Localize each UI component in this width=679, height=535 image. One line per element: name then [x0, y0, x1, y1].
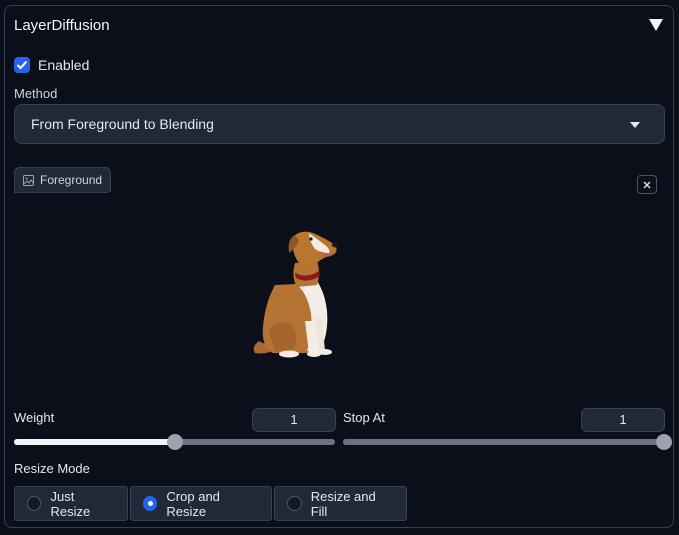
radio-label: Crop and Resize — [166, 488, 220, 519]
stop-at-slider-thumb[interactable] — [656, 434, 672, 450]
radio-label: Resize and Fill — [310, 488, 376, 519]
weight-slider-fill — [14, 439, 175, 445]
resize-mode-label: Resize Mode — [14, 461, 90, 476]
stop-at-slider-fill — [343, 439, 664, 445]
stop-at-label: Stop At — [343, 410, 385, 425]
enabled-checkbox[interactable] — [14, 57, 30, 73]
stop-at-slider[interactable] — [343, 434, 672, 450]
panel-title: LayerDiffusion — [14, 17, 110, 34]
resize-mode-radio-group: Just Resize Crop and Resize Resize and F… — [14, 486, 409, 521]
clear-image-button[interactable] — [637, 175, 657, 194]
triangle-down-icon[interactable] — [649, 19, 663, 31]
layerdiffusion-panel: LayerDiffusion Enabled Method From Foreg… — [4, 5, 674, 528]
image-icon — [23, 174, 34, 186]
tab-divider — [14, 192, 108, 193]
radio-dot — [287, 496, 302, 511]
weight-input[interactable]: 1 — [252, 408, 336, 432]
radio-dot-selected — [143, 496, 158, 511]
foreground-tab[interactable]: Foreground — [14, 167, 112, 192]
close-icon — [643, 181, 651, 188]
enabled-checkbox-row[interactable]: Enabled — [14, 57, 89, 73]
radio-crop-and-resize[interactable]: Crop and Resize — [130, 486, 272, 521]
enabled-label: Enabled — [38, 57, 90, 73]
weight-slider-thumb[interactable] — [166, 434, 183, 450]
method-label: Method — [14, 86, 58, 101]
radio-just-resize[interactable]: Just Resize — [14, 486, 128, 521]
stop-at-input[interactable]: 1 — [581, 408, 665, 432]
radio-resize-and-fill[interactable]: Resize and Fill — [274, 486, 407, 521]
radio-dot — [27, 496, 42, 511]
method-value: From Foreground to Blending — [31, 116, 214, 132]
checkmark-icon — [16, 60, 28, 70]
caret-down-icon — [630, 122, 640, 128]
radio-label: Just Resize — [50, 488, 91, 519]
weight-slider[interactable] — [14, 434, 335, 450]
method-dropdown[interactable]: From Foreground to Blending — [14, 104, 665, 144]
dog-photo — [253, 231, 338, 358]
foreground-tab-label: Foreground — [40, 173, 103, 187]
weight-label: Weight — [14, 410, 55, 425]
